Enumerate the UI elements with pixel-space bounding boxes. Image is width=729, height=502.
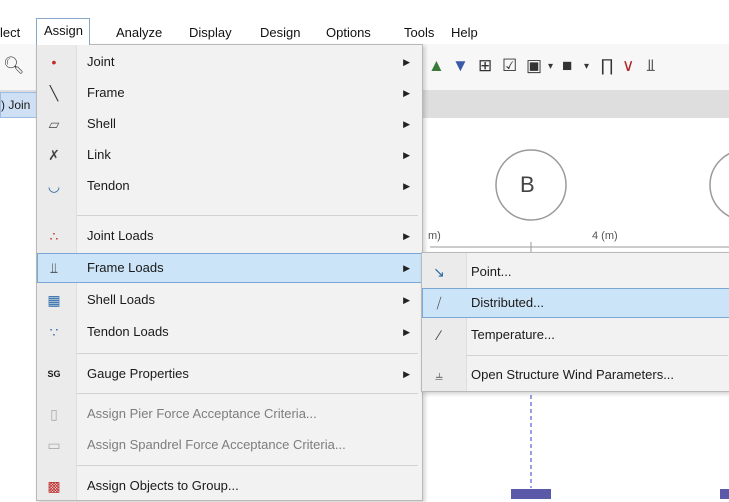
submenu-item-wind-parameters[interactable]: ⫨ Open Structure Wind Parameters... (422, 360, 729, 390)
menu-item-frame[interactable]: ╲ Frame ▶ (37, 78, 422, 108)
menu-item-spandrel-criteria[interactable]: ▭ Assign Spandrel Force Acceptance Crite… (37, 430, 422, 460)
chevron-right-icon: ▶ (403, 327, 410, 337)
pier-icon: ▯ (50, 406, 58, 422)
menu-separator (77, 215, 418, 216)
frame-icon: ╲ (49, 85, 59, 101)
menu-separator (77, 393, 418, 394)
solid-view-icon[interactable]: ■ (562, 56, 572, 76)
point-load-icon: ↘ (433, 264, 445, 280)
support-icon[interactable]: ∨ (622, 56, 634, 76)
assign-menu: • Joint ▶ ╲ Frame ▶ ▱ Shell ▶ ✗ Link ▶ ◡… (36, 44, 423, 501)
menu-bar: lect Assign Analyze Display Design Optio… (0, 0, 729, 45)
shell-icon: ▱ (48, 116, 60, 132)
spandrel-icon: ▭ (47, 437, 61, 453)
grid-label-b: B (520, 172, 535, 197)
chevron-right-icon: ▶ (403, 369, 410, 379)
chevron-right-icon: ▶ (403, 150, 410, 160)
dimension-label-right: 4 (m) (592, 230, 618, 242)
menu-design[interactable]: Design (260, 24, 300, 42)
frame-member (511, 489, 551, 499)
menu-display[interactable]: Display (189, 24, 232, 42)
chevron-right-icon: ▶ (403, 263, 410, 273)
menu-tools[interactable]: Tools (404, 24, 434, 42)
grid-bubble-c (709, 153, 729, 217)
check-icon[interactable]: ☑ (502, 56, 517, 76)
gauge-icon: SG (47, 369, 61, 379)
menu-help[interactable]: Help (451, 24, 478, 42)
menu-item-tendon[interactable]: ◡ Tendon ▶ (37, 171, 422, 201)
temperature-icon: ∕ (437, 327, 441, 343)
distributed-load-icon: ⧸ (436, 295, 442, 311)
frame-draw-icon[interactable]: ∏ (600, 56, 614, 76)
submenu-item-distributed[interactable]: ⧸ Distributed... (422, 288, 729, 318)
menu-item-pier-criteria[interactable]: ▯ Assign Pier Force Acceptance Criteria.… (37, 399, 422, 429)
frame-loads-icon: ⫫ (50, 260, 58, 276)
wind-icon: ⫨ (435, 367, 443, 383)
shell-loads-icon: ▦ (47, 292, 61, 308)
menu-separator (77, 465, 418, 466)
joint-icon: • (51, 54, 57, 70)
move-up-icon[interactable]: ▲ (428, 56, 445, 76)
menu-item-link[interactable]: ✗ Link ▶ (37, 140, 422, 170)
move-down-icon[interactable]: ▼ (452, 56, 469, 76)
chevron-right-icon: ▶ (403, 231, 410, 241)
chevron-right-icon: ▶ (403, 57, 410, 67)
menu-item-shell-loads[interactable]: ▦ Shell Loads ▶ (37, 285, 422, 315)
chevron-right-icon: ▶ (403, 181, 410, 191)
menu-separator (466, 355, 728, 356)
chevron-right-icon: ▶ (403, 88, 410, 98)
zoom-icon[interactable]: 🔍︎ (3, 56, 25, 76)
frame-loads-submenu: ↘ Point... ⧸ Distributed... ∕ Temperatur… (421, 252, 729, 392)
submenu-item-temperature[interactable]: ∕ Temperature... (422, 320, 729, 350)
menu-analyze[interactable]: Analyze (116, 24, 162, 42)
tendon-loads-icon: ∵ (49, 324, 59, 340)
menu-select[interactable]: lect (0, 24, 20, 42)
menu-item-tendon-loads[interactable]: ∵ Tendon Loads ▶ (37, 317, 422, 347)
menu-options[interactable]: Options (326, 24, 371, 42)
tendon-icon: ◡ (47, 178, 61, 194)
menu-assign[interactable]: Assign (36, 18, 91, 45)
menu-item-assign-group[interactable]: ▩ Assign Objects to Group... (37, 471, 422, 501)
menu-separator (77, 353, 418, 354)
view-tab[interactable]: ) Join (0, 92, 39, 118)
menu-item-shell[interactable]: ▱ Shell ▶ (37, 109, 422, 139)
group-icon: ▩ (47, 478, 61, 494)
menu-item-joint-loads[interactable]: ∴ Joint Loads ▶ (37, 221, 422, 251)
menu-item-frame-loads[interactable]: ⫫ Frame Loads ▶ (37, 253, 422, 283)
chevron-down-icon[interactable]: ▾ (548, 61, 553, 72)
snap-icon[interactable]: ⊞ (478, 56, 492, 76)
chevron-down-icon[interactable]: ▾ (584, 61, 589, 72)
view-tab-label: ) Join (1, 98, 31, 112)
menu-item-gauge-properties[interactable]: SG Gauge Properties ▶ (37, 359, 422, 389)
frame-member (720, 489, 729, 499)
link-icon: ✗ (48, 147, 60, 163)
dimension-label-left: m) (428, 230, 441, 242)
joint-loads-icon: ∴ (49, 228, 59, 244)
menu-item-joint[interactable]: • Joint ▶ (37, 47, 422, 77)
chevron-right-icon: ▶ (403, 295, 410, 305)
frame-view-icon[interactable]: ▣ (526, 56, 542, 76)
load-view-icon[interactable]: ⫫ (646, 56, 656, 76)
chevron-right-icon: ▶ (403, 119, 410, 129)
submenu-item-point[interactable]: ↘ Point... (422, 257, 729, 287)
